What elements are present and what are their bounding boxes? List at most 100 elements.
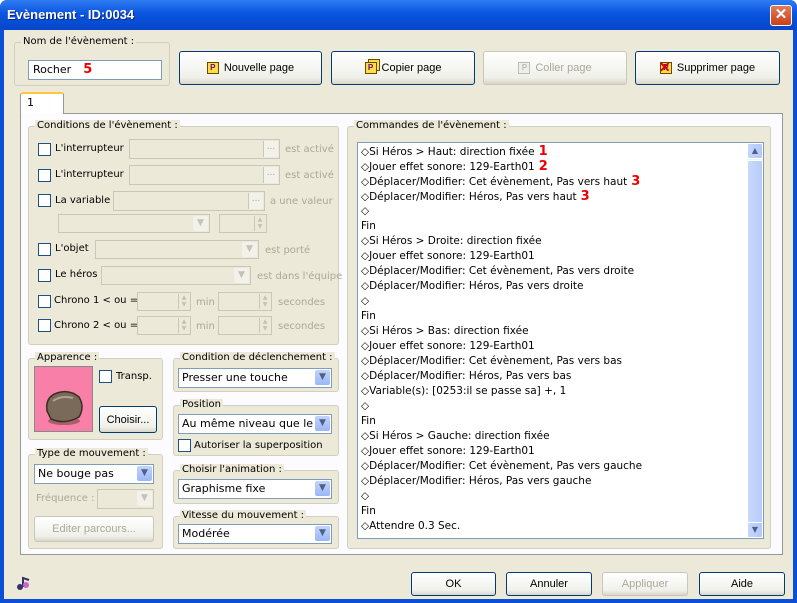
switch2-label: L'interrupteur <box>55 169 124 180</box>
speed-select[interactable]: Modérée ▼ <box>178 524 332 544</box>
edit-route-button[interactable]: Editer parcours... <box>34 516 154 542</box>
command-line[interactable]: ◇ <box>358 294 748 309</box>
hero-select[interactable]: ▼ <box>101 266 251 285</box>
event-graphic-preview[interactable] <box>34 366 93 432</box>
command-line[interactable]: ◇Si Héros > Gauche: direction fixée <box>358 429 748 444</box>
event-name-group: Nom de l'évènement : Rocher 5 <box>14 36 170 86</box>
scroll-up-icon[interactable]: ▲ <box>747 143 763 159</box>
variable-operator-select[interactable]: ▼ <box>58 214 210 233</box>
overlap-checkbox[interactable] <box>178 439 191 452</box>
conditions-legend: Conditions de l'évènement : <box>35 120 180 131</box>
command-text: ◇Déplacer/Modifier: Cet évènement, Pas v… <box>361 176 628 188</box>
new-page-icon: P <box>206 62 219 74</box>
command-line[interactable]: ◇Déplacer/Modifier: Héros, Pas vers haut… <box>358 189 748 204</box>
item-select[interactable]: ▼ <box>95 240 259 259</box>
new-page-button[interactable]: P Nouvelle page <box>179 51 322 85</box>
command-line[interactable]: ◇Déplacer/Modifier: Cet évènement, Pas v… <box>358 459 748 474</box>
position-select[interactable]: Au même niveau que le héros ▼ <box>178 414 332 434</box>
command-line[interactable]: ◇Déplacer/Modifier: Héros, Pas vers droi… <box>358 279 748 294</box>
timer1-min-spinner[interactable]: ▲ ▼ <box>137 292 191 311</box>
scroll-thumb[interactable] <box>747 160 763 523</box>
command-line[interactable]: Fin <box>358 414 748 429</box>
event-name-input[interactable]: Rocher 5 <box>28 60 162 80</box>
cancel-button[interactable]: Annuler <box>506 572 592 596</box>
command-line[interactable]: ◇Jouer effet sonore: 129-Earth01 <box>358 339 748 354</box>
copy-page-button[interactable]: P Copier page <box>331 51 475 85</box>
command-line[interactable]: ◇ <box>358 489 748 504</box>
switch2-field[interactable]: ... <box>129 165 280 185</box>
command-line[interactable]: Fin <box>358 504 748 519</box>
variable-checkbox[interactable] <box>38 194 51 207</box>
timer2-sec-spinner[interactable]: ▲ ▼ <box>218 316 272 335</box>
command-text: ◇Déplacer/Modifier: Héros, Pas vers bas <box>361 370 572 382</box>
sound-test-icon[interactable] <box>15 576 31 592</box>
transparent-label: Transp. <box>116 371 152 382</box>
command-line[interactable]: ◇Déplacer/Modifier: Cet évènement, Pas v… <box>358 354 748 369</box>
title-bar[interactable]: Evènement - ID:0034 ✕ <box>0 0 797 30</box>
chevron-down-icon: ▼ <box>315 526 330 541</box>
switch1-suffix: est activé <box>285 144 334 155</box>
timer1-checkbox[interactable] <box>38 295 51 308</box>
position-legend: Position <box>180 399 223 410</box>
chevron-down-icon: ▼ <box>193 216 208 231</box>
switch1-field[interactable]: ... <box>129 139 280 159</box>
item-suffix: est porté <box>265 245 311 256</box>
command-line[interactable]: ◇Déplacer/Modifier: Héros, Pas vers gauc… <box>358 474 748 489</box>
commands-scrollbar[interactable]: ▲ ▼ <box>747 143 763 538</box>
tab-page-1[interactable]: 1 <box>20 92 64 114</box>
command-line[interactable]: ◇Si Héros > Droite: direction fixée <box>358 234 748 249</box>
timer2-min-spinner[interactable]: ▲ ▼ <box>137 316 191 335</box>
frequency-select[interactable]: ▼ <box>97 489 154 509</box>
command-text: ◇Déplacer/Modifier: Cet évènement, Pas v… <box>361 355 622 367</box>
paste-page-button[interactable]: P Coller page <box>483 51 627 85</box>
annotation-mark: 3 <box>631 174 641 189</box>
switch2-checkbox[interactable] <box>38 169 51 182</box>
event-name-legend: Nom de l'évènement : <box>21 36 137 47</box>
command-line[interactable]: ◇ <box>358 399 748 414</box>
animation-select[interactable]: Graphisme fixe ▼ <box>178 479 332 499</box>
movement-type-select[interactable]: Ne bouge pas ▼ <box>34 464 154 484</box>
command-line[interactable]: Fin <box>358 309 748 324</box>
hero-checkbox[interactable] <box>38 269 51 282</box>
transparent-checkbox[interactable] <box>99 370 112 383</box>
command-line[interactable]: ◇Attendre 0.3 Sec. <box>358 519 748 534</box>
command-line[interactable]: ◇Jouer effet sonore: 129-Earth01 <box>358 249 748 264</box>
command-line[interactable]: ◇Jouer effet sonore: 129-Earth01 <box>358 444 748 459</box>
command-line[interactable]: ◇Déplacer/Modifier: Héros, Pas vers bas <box>358 369 748 384</box>
chevron-down-icon: ▼ <box>137 491 152 506</box>
commands-list[interactable]: ◇Si Héros > Haut: direction fixée 1 ◇Joue… <box>357 142 764 539</box>
variable-value-spinner[interactable]: ▲ ▼ <box>219 214 267 233</box>
scroll-down-icon[interactable]: ▼ <box>747 522 763 538</box>
choose-graphic-button[interactable]: Choisir... <box>99 406 157 433</box>
timer2-sec-label: secondes <box>278 321 326 332</box>
variable-browse-button[interactable]: ... <box>248 193 263 209</box>
command-line[interactable]: ◇Déplacer/Modifier: Cet évènement, Pas v… <box>358 264 748 279</box>
timer2-checkbox[interactable] <box>38 319 51 332</box>
command-line[interactable]: ◇ <box>358 204 748 219</box>
variable-field[interactable]: ... <box>113 191 265 211</box>
switch1-browse-button[interactable]: ... <box>263 141 278 157</box>
delete-page-icon: P ✕ <box>658 59 672 75</box>
ok-button[interactable]: OK <box>411 572 496 596</box>
switch2-browse-button[interactable]: ... <box>263 167 278 183</box>
item-checkbox[interactable] <box>38 243 51 256</box>
command-line[interactable]: ◇Variable(s): [0253:il se passe sa] +, 1 <box>358 384 748 399</box>
help-button[interactable]: Aide <box>699 572 785 596</box>
appearance-legend: Apparence : <box>35 352 100 363</box>
switch1-checkbox[interactable] <box>38 143 51 156</box>
chevron-down-icon: ▼ <box>137 466 152 481</box>
command-line[interactable]: ◇Si Héros > Bas: direction fixée <box>358 324 748 339</box>
chevron-down-icon: ▼ <box>242 242 257 257</box>
event-window: Evènement - ID:0034 ✕ Nom de l'évènement… <box>0 0 797 603</box>
delete-page-button[interactable]: P ✕ Supprimer page <box>635 51 780 85</box>
command-line[interactable]: ◇Si Héros > Haut: direction fixée 1 <box>358 144 748 159</box>
command-line[interactable]: Fin <box>358 219 748 234</box>
apply-button[interactable]: Appliquer <box>602 572 688 596</box>
timer1-sec-spinner[interactable]: ▲ ▼ <box>218 292 272 311</box>
animation-legend: Choisir l'animation : <box>180 464 284 475</box>
command-line[interactable]: ◇Jouer effet sonore: 129-Earth01 2 <box>358 159 748 174</box>
command-line[interactable]: ◇Déplacer/Modifier: Cet évènement, Pas v… <box>358 174 748 189</box>
switch1-label: L'interrupteur <box>55 143 124 154</box>
close-button[interactable]: ✕ <box>770 5 792 26</box>
trigger-select[interactable]: Presser une touche ▼ <box>178 368 332 388</box>
